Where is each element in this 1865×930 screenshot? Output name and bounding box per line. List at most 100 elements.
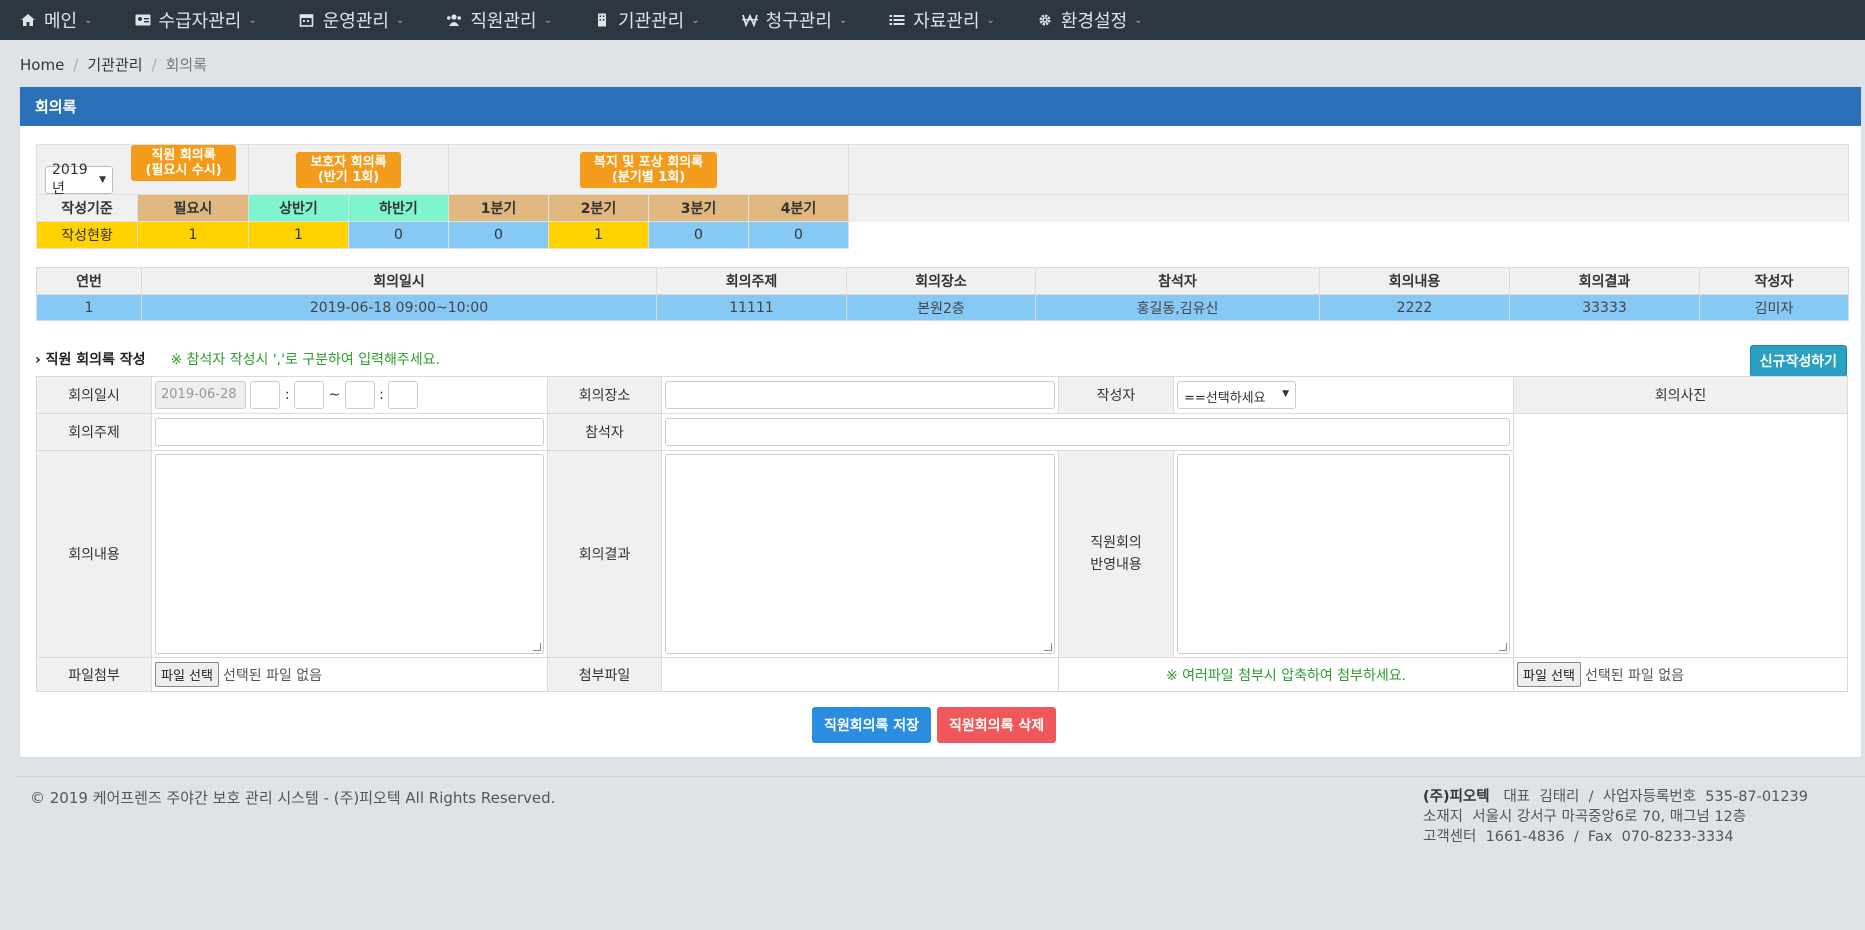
chevron-down-icon: ⌄: [986, 14, 995, 26]
cell-result: 33333: [1509, 294, 1700, 321]
file-select-button[interactable]: 파일 선택: [155, 662, 219, 687]
breadcrumb-home[interactable]: Home: [20, 56, 64, 74]
attach-note: ※ 여러파일 첨부시 압축하여 첨부하세요.: [1058, 657, 1514, 692]
end-hour-input[interactable]: [344, 381, 375, 409]
nav-recipients[interactable]: 수급자관리 ⌄: [135, 7, 257, 33]
header-q3: 3분기: [648, 194, 749, 222]
id-card-icon: [135, 14, 151, 26]
staff-minutes-button[interactable]: 직원 회의록 (필요시 수시): [131, 145, 236, 181]
nav-operations-label: 운영관리: [322, 11, 389, 32]
start-minute-input[interactable]: [294, 381, 325, 409]
guardian-minutes-sublabel: (반기 1회): [317, 169, 380, 185]
attached-files-cell: [661, 657, 1059, 692]
chevron-down-icon: ⌄: [543, 14, 552, 26]
nav-staff[interactable]: 직원관리 ⌄: [446, 7, 552, 33]
content-label: 회의내용: [36, 450, 152, 658]
home-icon: [21, 14, 35, 26]
col-result: 회의결과: [1509, 267, 1700, 295]
footer-company: (주)피오텍: [1423, 789, 1490, 805]
topic-cell: [151, 413, 548, 451]
photo-file-select-button[interactable]: 파일 선택: [1517, 662, 1581, 687]
photo-label: 회의사진: [1513, 376, 1848, 414]
welfare-minutes-button[interactable]: 복지 및 포상 회의록 (분기별 1회): [579, 151, 718, 188]
new-entry-button[interactable]: 신규작성하기: [1749, 345, 1847, 377]
nav-settings[interactable]: 환경설정 ⌄: [1037, 7, 1143, 33]
summary-table: 2019 년 ▼ 직원 회의록 (필요시 수시) 보호자 회의록 (반기 1회) 복지…: [36, 144, 1849, 249]
nav-operations[interactable]: 운영관리 ⌄: [299, 7, 404, 33]
header-q4: 4분기: [748, 194, 849, 222]
gear-icon: [1039, 14, 1051, 26]
top-navbar: 메인 ⌄ 수급자관리 ⌄ 운영관리 ⌄ 직원관리 ⌄ 기관관리 ⌄ 청구관리 ⌄…: [0, 0, 1865, 40]
minutes-form-table: 회의일시 2019-06-28 : ~ : 회의장소 작성자 ==선택하세요 ▼ …: [36, 376, 1848, 692]
result-textarea[interactable]: [665, 454, 1055, 654]
attach-label: 파일첨부: [36, 657, 152, 692]
place-label: 회의장소: [547, 376, 662, 414]
chevron-right-icon: ›: [35, 352, 41, 368]
nav-institution[interactable]: 기관관리 ⌄: [594, 7, 700, 33]
summary-filler: [848, 221, 1849, 249]
footer-copyright: © 2019 케어프렌즈 주야간 보호 관리 시스템 - (주)피오텍 All …: [30, 789, 556, 807]
count-q1: 0: [448, 221, 549, 249]
col-attendees: 참석자: [1035, 267, 1320, 295]
end-minute-input[interactable]: [388, 381, 419, 409]
start-hour-input[interactable]: [250, 381, 281, 409]
year-select[interactable]: 2019 년 ▼: [45, 162, 113, 197]
cell-writer: 김미자: [1699, 294, 1849, 321]
place-cell: [661, 376, 1059, 414]
header-q2: 2분기: [548, 194, 649, 222]
save-button[interactable]: 직원회의록 저장: [812, 707, 932, 743]
nav-data[interactable]: 자료관리 ⌄: [889, 7, 995, 33]
welfare-minutes-sublabel: (분기별 1회): [611, 169, 686, 185]
guardian-cell: 보호자 회의록 (반기 1회): [248, 144, 449, 195]
date-field[interactable]: 2019-06-28: [155, 381, 246, 409]
nav-billing-label: 청구관리: [765, 11, 832, 32]
footer-ceo-bizno: 대표 김태리 / 사업자등록번호 535-87-01239: [1503, 789, 1809, 805]
chevron-down-icon: ⌄: [838, 14, 848, 26]
attendees-input[interactable]: [665, 418, 1510, 446]
users-icon: [447, 14, 462, 26]
cell-place: 본원2층: [846, 294, 1036, 321]
attendees-cell: [661, 413, 1514, 451]
breadcrumb-separator: /: [73, 56, 79, 74]
header-as-needed: 필요시: [137, 194, 249, 222]
dropdown-arrow-icon: ▼: [1282, 389, 1289, 399]
breadcrumb-current: 회의록: [165, 56, 208, 74]
topic-input[interactable]: [155, 418, 544, 446]
place-input[interactable]: [665, 381, 1055, 409]
breadcrumb-section[interactable]: 기관관리: [87, 56, 142, 74]
count-q3: 0: [648, 221, 749, 249]
writer-cell: ==선택하세요 ▼: [1173, 376, 1514, 414]
writer-select[interactable]: ==선택하세요 ▼: [1177, 381, 1296, 409]
reflect-label: 직원회의 반영내용: [1058, 450, 1174, 658]
form-actions: 직원회의록 저장 직원회의록 삭제: [812, 707, 1057, 743]
staff-minutes-label: 직원 회의록: [151, 148, 216, 163]
won-icon: [741, 13, 758, 27]
time-separator: :: [379, 387, 384, 403]
summary-filler: [848, 194, 1849, 222]
date-cell: 2019-06-28 : ~ :: [151, 376, 548, 414]
cell-content: 2222: [1319, 294, 1510, 321]
attendee-note: ※ 참석자 작성시 ','로 구분하여 입력해주세요.: [170, 352, 440, 368]
minutes-list-table: 연번 회의일시 회의주제 회의장소 참석자 회의내용 회의결과 작성자 1 20…: [36, 267, 1849, 321]
result-label: 회의결과: [547, 450, 662, 658]
count-second-half: 0: [348, 221, 449, 249]
guardian-minutes-button[interactable]: 보호자 회의록 (반기 1회): [296, 151, 401, 188]
reflect-textarea[interactable]: [1177, 454, 1510, 654]
photo-area[interactable]: [1513, 413, 1848, 658]
reflect-label-line1: 직원회의: [1090, 535, 1142, 551]
footer-address: 소재지 서울시 강서구 마곡중앙6로 70, 매그넘 12층: [1423, 809, 1747, 825]
count-first-half: 1: [248, 221, 349, 249]
nav-institution-label: 기관관리: [618, 11, 685, 32]
topic-label: 회의주제: [36, 413, 152, 451]
status-label: 작성현황: [36, 221, 138, 249]
delete-button[interactable]: 직원회의록 삭제: [937, 707, 1057, 743]
col-place: 회의장소: [846, 267, 1036, 295]
section-title-text: 직원 회의록 작성: [45, 352, 146, 368]
welfare-minutes-label: 복지 및 포상 회의록: [593, 154, 704, 170]
table-row[interactable]: 1 2019-06-18 09:00~10:00 11111 본원2층 홍길동,…: [36, 294, 1849, 321]
content-textarea[interactable]: [155, 454, 544, 654]
cell-datetime: 2019-06-18 09:00~10:00: [141, 294, 657, 321]
nav-main[interactable]: 메인 ⌄: [20, 7, 93, 33]
col-writer: 작성자: [1699, 267, 1849, 295]
nav-billing[interactable]: 청구관리 ⌄: [741, 7, 848, 33]
